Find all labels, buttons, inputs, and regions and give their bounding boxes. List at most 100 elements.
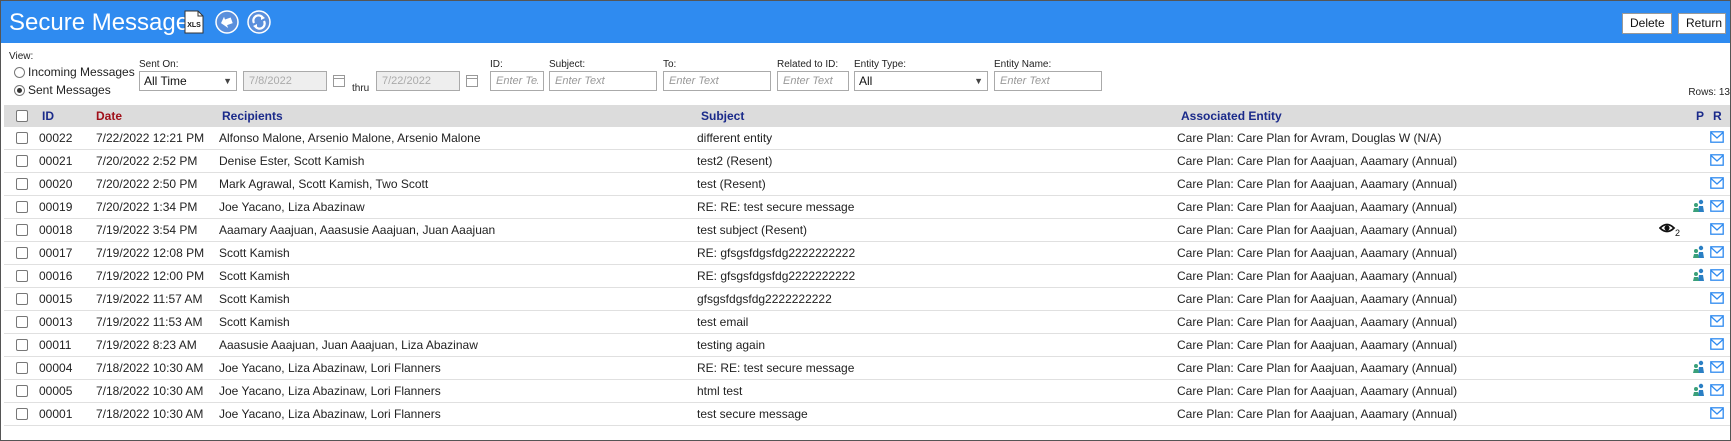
message-date: 7/19/2022 12:08 PM xyxy=(96,246,205,260)
back-arrow-icon[interactable] xyxy=(215,10,239,34)
row-checkbox[interactable] xyxy=(16,316,28,328)
envelope-icon[interactable] xyxy=(1710,200,1724,212)
message-recipients: Joe Yacano, Liza Abazinaw xyxy=(219,200,365,214)
entity-name-input[interactable] xyxy=(994,71,1102,91)
row-checkbox[interactable] xyxy=(16,224,28,236)
envelope-icon[interactable] xyxy=(1710,292,1724,304)
table-row[interactable]: 00020 7/20/2022 2:50 PM Mark Agrawal, Scot… xyxy=(4,173,1730,196)
envelope-icon[interactable] xyxy=(1710,338,1724,350)
eye-icon[interactable]: 2 xyxy=(1659,222,1681,238)
delete-button[interactable]: Delete xyxy=(1622,13,1672,34)
portal-users-icon[interactable] xyxy=(1692,383,1706,397)
row-checkbox[interactable] xyxy=(16,247,28,259)
portal-users-icon[interactable] xyxy=(1692,268,1706,282)
row-checkbox[interactable] xyxy=(16,408,28,420)
table-row[interactable]: 00016 7/19/2022 12:00 PM Scott Kamish RE: g… xyxy=(4,265,1730,288)
row-checkbox[interactable] xyxy=(16,339,28,351)
message-subject[interactable]: RE: gfsgsfdgsfdg2222222222 xyxy=(697,246,855,260)
related-id-input[interactable] xyxy=(777,71,849,91)
envelope-icon[interactable] xyxy=(1710,361,1724,373)
message-subject[interactable]: test secure message xyxy=(697,407,808,421)
header-bar: Secure Messages XLS Delete Return xyxy=(1,1,1730,43)
row-checkbox[interactable] xyxy=(16,293,28,305)
from-date-input xyxy=(243,71,327,91)
row-checkbox[interactable] xyxy=(16,385,28,397)
refresh-icon[interactable] xyxy=(247,10,271,34)
message-recipients: Joe Yacano, Liza Abazinaw, Lori Flanners xyxy=(219,361,441,375)
radio-unchecked-icon[interactable] xyxy=(14,66,25,78)
message-subject[interactable]: RE: gfsgsfdgsfdg2222222222 xyxy=(697,269,855,283)
row-checkbox[interactable] xyxy=(16,201,28,213)
table-row[interactable]: 00015 7/19/2022 11:57 AM Scott Kamish gfsgs… xyxy=(4,288,1730,311)
message-entity: Care Plan: Care Plan for Avram, Douglas … xyxy=(1177,131,1442,145)
envelope-icon[interactable] xyxy=(1710,269,1724,281)
table-row[interactable]: 00017 7/19/2022 12:08 PM Scott Kamish RE: g… xyxy=(4,242,1730,265)
envelope-icon[interactable] xyxy=(1710,131,1724,143)
envelope-icon[interactable] xyxy=(1710,177,1724,189)
table-row[interactable]: 00022 7/22/2022 12:21 PM Alfonso Malone, A… xyxy=(4,127,1730,150)
message-recipients: Scott Kamish xyxy=(219,292,290,306)
message-date: 7/19/2022 12:00 PM xyxy=(96,269,205,283)
id-filter-input[interactable] xyxy=(490,71,544,91)
message-subject[interactable]: testing again xyxy=(697,338,765,352)
row-checkbox[interactable] xyxy=(16,132,28,144)
message-recipients: Aaamary Aaajuan, Aaasusie Aaajuan, Juan … xyxy=(219,223,496,237)
messages-table: ID Date Recipients Subject Associated En… xyxy=(4,105,1730,426)
calendar-icon[interactable] xyxy=(466,75,478,87)
column-header-recipients[interactable]: Recipients xyxy=(222,109,283,123)
table-row[interactable]: 00021 7/20/2022 2:52 PM Denise Ester, Scot… xyxy=(4,150,1730,173)
table-row[interactable]: 00018 7/19/2022 3:54 PM Aaamary Aaajuan, A… xyxy=(4,219,1730,242)
envelope-icon[interactable] xyxy=(1710,223,1724,235)
table-row[interactable]: 00019 7/20/2022 1:34 PM Joe Yacano, Liza A… xyxy=(4,196,1730,219)
portal-users-icon[interactable] xyxy=(1692,199,1706,213)
message-subject[interactable]: gfsgsfdgsfdg2222222222 xyxy=(697,292,832,306)
column-header-entity[interactable]: Associated Entity xyxy=(1181,109,1282,123)
column-header-subject[interactable]: Subject xyxy=(701,109,744,123)
portal-users-icon[interactable] xyxy=(1692,360,1706,374)
row-checkbox[interactable] xyxy=(16,362,28,374)
row-checkbox[interactable] xyxy=(16,270,28,282)
xls-icon[interactable]: XLS xyxy=(182,10,206,34)
message-subject[interactable]: test2 (Resent) xyxy=(697,154,772,168)
to-filter-input[interactable] xyxy=(663,71,771,91)
message-subject[interactable]: test subject (Resent) xyxy=(697,223,807,237)
row-checkbox[interactable] xyxy=(16,155,28,167)
message-subject[interactable]: different entity xyxy=(697,131,772,145)
radio-checked-icon[interactable] xyxy=(14,84,25,96)
envelope-icon[interactable] xyxy=(1710,384,1724,396)
column-header-id[interactable]: ID xyxy=(42,109,54,123)
column-header-date[interactable]: Date xyxy=(96,109,122,123)
message-date: 7/20/2022 1:34 PM xyxy=(96,200,198,214)
calendar-icon[interactable] xyxy=(333,75,345,87)
entity-type-label: Entity Type: xyxy=(854,59,907,70)
table-row[interactable]: 00011 7/19/2022 8:23 AM Aaasusie Aaajuan, … xyxy=(4,334,1730,357)
table-row[interactable]: 00013 7/19/2022 11:53 AM Scott Kamish test … xyxy=(4,311,1730,334)
envelope-icon[interactable] xyxy=(1710,407,1724,419)
message-subject[interactable]: RE: RE: test secure message xyxy=(697,361,854,375)
chevron-down-icon: ▼ xyxy=(223,76,232,86)
select-all-checkbox[interactable] xyxy=(16,110,28,122)
sent-on-select[interactable]: All Time ▼ xyxy=(139,71,237,91)
sent-on-label: Sent On: xyxy=(139,59,179,70)
message-subject[interactable]: html test xyxy=(697,384,742,398)
message-date: 7/19/2022 11:57 AM xyxy=(96,292,203,306)
chevron-down-icon: ▼ xyxy=(974,76,983,86)
table-row[interactable]: 00005 7/18/2022 10:30 AM Joe Yacano, Liza … xyxy=(4,380,1730,403)
incoming-messages-radio[interactable]: Incoming Messages xyxy=(14,65,135,79)
envelope-icon[interactable] xyxy=(1710,315,1724,327)
table-header: ID Date Recipients Subject Associated En… xyxy=(4,105,1730,127)
envelope-icon[interactable] xyxy=(1710,154,1724,166)
sent-messages-radio[interactable]: Sent Messages xyxy=(14,83,111,97)
subject-filter-input[interactable] xyxy=(549,71,657,91)
entity-type-select[interactable]: All ▼ xyxy=(854,71,988,91)
message-subject[interactable]: RE: RE: test secure message xyxy=(697,200,854,214)
message-subject[interactable]: test email xyxy=(697,315,748,329)
table-row[interactable]: 00004 7/18/2022 10:30 AM Joe Yacano, Liza … xyxy=(4,357,1730,380)
row-checkbox[interactable] xyxy=(16,178,28,190)
message-subject[interactable]: test (Resent) xyxy=(697,177,766,191)
table-row[interactable]: 00001 7/18/2022 10:30 AM Joe Yacano, Liza … xyxy=(4,403,1730,426)
portal-users-icon[interactable] xyxy=(1692,245,1706,259)
message-id: 00019 xyxy=(39,200,73,214)
envelope-icon[interactable] xyxy=(1710,246,1724,258)
return-button[interactable]: Return xyxy=(1678,13,1726,34)
